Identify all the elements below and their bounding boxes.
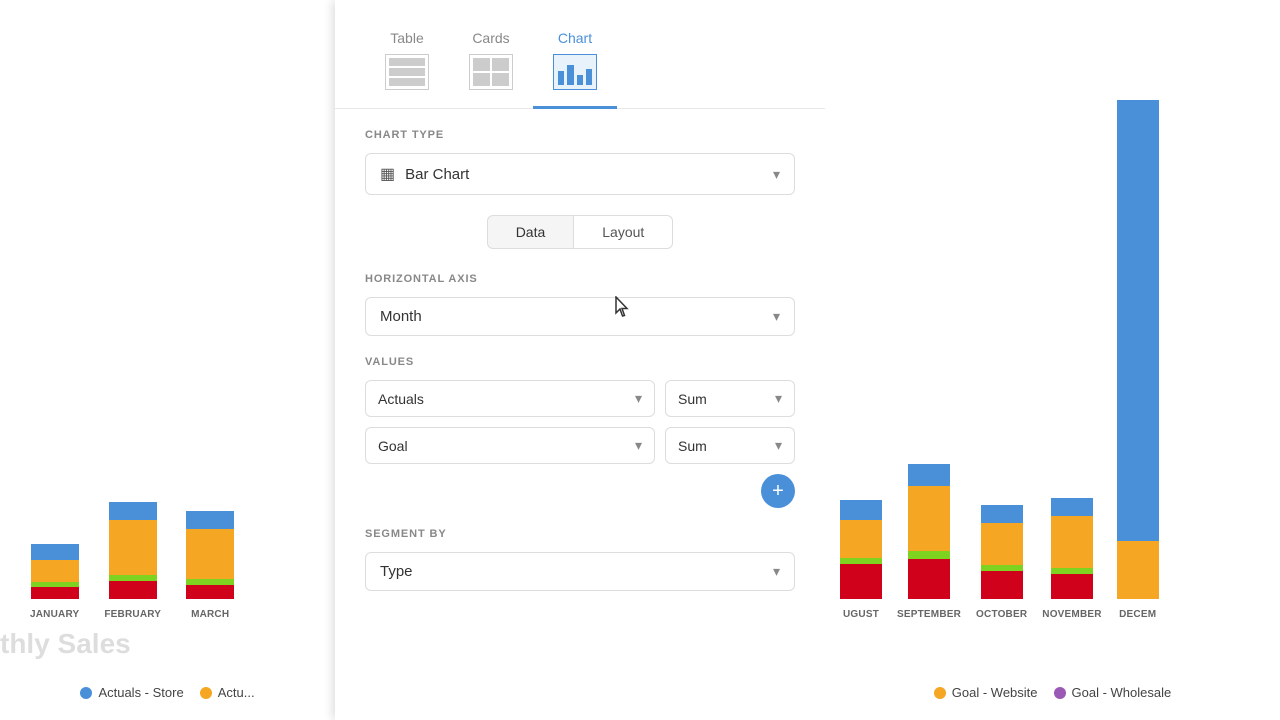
goal-agg-label: Sum [678, 438, 707, 454]
chart-type-chevron: ▾ [773, 166, 780, 183]
bar-chart-icon: ▦ [380, 164, 395, 184]
bar-december: DECEM [1117, 100, 1159, 620]
bar-august: UGUST [840, 500, 882, 620]
goal-field-label: Goal [378, 438, 408, 454]
segment-by-dropdown[interactable]: Type ▾ [365, 552, 795, 591]
settings-panel: Table Cards Chart [335, 0, 825, 720]
month-label: JANUARY [30, 609, 79, 620]
month-label-october: OCTOBER [976, 609, 1027, 620]
horizontal-axis-dropdown[interactable]: Month ▾ [365, 297, 795, 336]
add-icon: + [772, 481, 784, 501]
bar-january: JANUARY [30, 544, 79, 620]
month-label-december: DECEM [1119, 609, 1156, 620]
legend-label-goal-website: Goal - Website [952, 685, 1038, 700]
month-label: FEBRUARY [104, 609, 161, 620]
actuals-field-dropdown[interactable]: Actuals ▾ [365, 380, 655, 417]
month-label-september: SEPTEMBER [897, 609, 961, 620]
view-table[interactable]: Table [365, 20, 449, 109]
goal-field-dropdown[interactable]: Goal ▾ [365, 427, 655, 464]
segment-section: SEGMENT BY Type ▾ [365, 528, 795, 591]
chart-title: thly Sales [0, 628, 131, 660]
legend-goal-wholesale: Goal - Wholesale [1054, 685, 1172, 700]
values-section: VALUES Actuals ▾ Sum ▾ Goal ▾ [365, 356, 795, 508]
month-label-august: UGUST [843, 609, 879, 620]
bar-october: OCTOBER [976, 505, 1027, 620]
goal-agg-chevron: ▾ [775, 437, 782, 454]
left-chart-area: JANUARY FEBRUARY MARCH Ac [0, 0, 335, 720]
tab-group: Data Layout [365, 215, 795, 249]
chart-type-label: CHART TYPE [365, 129, 795, 141]
tab-layout[interactable]: Layout [573, 215, 673, 249]
legend-dot-actuals-store [80, 687, 92, 699]
chart-icon [553, 54, 597, 90]
segment-by-value: Type [380, 563, 413, 580]
value-row-actuals: Actuals ▾ Sum ▾ [365, 380, 795, 417]
legend-dot-actuals [200, 687, 212, 699]
view-cards[interactable]: Cards [449, 20, 533, 109]
actuals-field-label: Actuals [378, 391, 424, 407]
month-label: MARCH [191, 609, 229, 620]
tab-data[interactable]: Data [487, 215, 574, 249]
bar-september: SEPTEMBER [897, 464, 961, 620]
chart-type-value: Bar Chart [405, 166, 469, 183]
values-label: VALUES [365, 356, 795, 368]
actuals-field-chevron: ▾ [635, 390, 642, 407]
legend-label-goal-wholesale: Goal - Wholesale [1072, 685, 1172, 700]
goal-agg-dropdown[interactable]: Sum ▾ [665, 427, 795, 464]
actuals-agg-label: Sum [678, 391, 707, 407]
horizontal-axis-value: Month [380, 308, 422, 325]
add-value-button[interactable]: + [761, 474, 795, 508]
view-table-label: Table [390, 30, 423, 46]
right-chart-area: UGUST SEPTEMBER OCTOBER [825, 0, 1280, 720]
panel-content: CHART TYPE ▦ Bar Chart ▾ Data Layout HOR… [335, 109, 825, 720]
legend-goal-website: Goal - Website [934, 685, 1038, 700]
add-value-container: + [365, 474, 795, 508]
actuals-agg-dropdown[interactable]: Sum ▾ [665, 380, 795, 417]
view-selector: Table Cards Chart [335, 0, 825, 109]
segment-by-chevron: ▾ [773, 563, 780, 580]
legend-dot-goal-website [934, 687, 946, 699]
view-cards-label: Cards [472, 30, 509, 46]
bar-november: NOVEMBER [1042, 498, 1101, 620]
month-label-november: NOVEMBER [1042, 609, 1101, 620]
left-legend: Actuals - Store Actu... [0, 685, 335, 700]
table-icon [385, 54, 429, 90]
legend-dot-goal-wholesale [1054, 687, 1066, 699]
bar-march: MARCH [186, 511, 234, 620]
chart-type-left: ▦ Bar Chart [380, 164, 469, 184]
right-legend: Goal - Website Goal - Wholesale [825, 685, 1280, 700]
horizontal-axis-label: HORIZONTAL AXIS [365, 273, 795, 285]
goal-field-chevron: ▾ [635, 437, 642, 454]
legend-actuals-store: Actuals - Store [80, 685, 183, 700]
actuals-agg-chevron: ▾ [775, 390, 782, 407]
view-chart[interactable]: Chart [533, 20, 617, 109]
value-row-goal: Goal ▾ Sum ▾ [365, 427, 795, 464]
chart-type-dropdown[interactable]: ▦ Bar Chart ▾ [365, 153, 795, 195]
legend-label-actuals-store: Actuals - Store [98, 685, 183, 700]
bar-february: FEBRUARY [104, 502, 161, 620]
view-chart-label: Chart [558, 30, 592, 46]
horizontal-axis-chevron: ▾ [773, 308, 780, 325]
cards-icon [469, 54, 513, 90]
horizontal-axis-section: HORIZONTAL AXIS Month ▾ [365, 273, 795, 336]
segment-by-label: SEGMENT BY [365, 528, 795, 540]
legend-actuals: Actu... [200, 685, 255, 700]
legend-label-actuals: Actu... [218, 685, 255, 700]
